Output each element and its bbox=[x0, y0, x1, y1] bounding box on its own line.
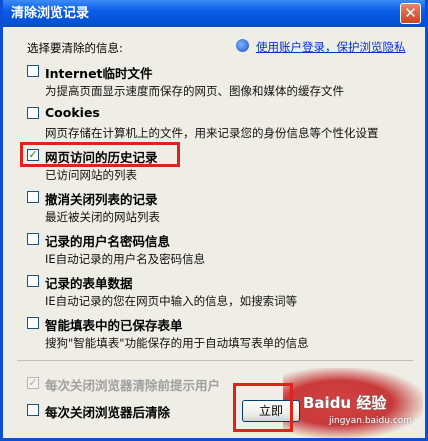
option-label: 每次关闭浏览器后清除 bbox=[45, 405, 171, 420]
checkbox[interactable] bbox=[27, 107, 39, 119]
option-label: Internet临时文件 bbox=[45, 66, 153, 81]
checkbox[interactable] bbox=[27, 233, 39, 245]
option-desc: 网页存储在计算机上的文件，用来记录您的身份信息等个性化设置 bbox=[45, 126, 379, 140]
window-title: 清除浏览记录 bbox=[11, 6, 90, 21]
highlight-box-button bbox=[233, 383, 293, 432]
option-desc: 为提高页面显示速度而保存的网页、图像和媒体的缓存文件 bbox=[45, 84, 344, 98]
option-label: 智能填表中的已保存表单 bbox=[45, 318, 183, 333]
option-desc: 搜狗"智能填表"功能保存的用于自动填写表单的信息 bbox=[45, 336, 309, 350]
option-label: 记录的用户名密码信息 bbox=[45, 234, 171, 249]
close-icon: ✕ bbox=[404, 4, 417, 22]
divider bbox=[17, 360, 413, 361]
checkbox[interactable] bbox=[27, 317, 39, 329]
option-label: Cookies bbox=[45, 105, 100, 120]
option-desc: IE自动记录的您在网页中输入的信息，如搜索词等 bbox=[45, 294, 298, 308]
close-button[interactable]: ✕ bbox=[400, 3, 421, 24]
option-label: 撤消关闭列表的记录 bbox=[45, 192, 158, 207]
highlight-box-history bbox=[20, 142, 180, 167]
title-bar: 清除浏览记录 bbox=[3, 0, 425, 27]
help-globe-icon bbox=[236, 39, 249, 52]
checkbox[interactable] bbox=[27, 275, 39, 287]
option-label: 每次关闭浏览器清除前提示用户 bbox=[45, 378, 221, 393]
checkbox[interactable] bbox=[27, 404, 39, 416]
checkbox[interactable] bbox=[27, 65, 39, 77]
watermark-url: jingyan.baidu.com bbox=[329, 416, 413, 426]
option-desc: 已访问网站的列表 bbox=[45, 168, 137, 182]
option-desc: IE自动记录的用户名及密码信息 bbox=[45, 252, 206, 266]
login-protect-link[interactable]: 使用账户登录，保护浏览隐私 bbox=[256, 39, 406, 55]
clear-history-dialog: 清除浏览记录 ✕ 选择要清除的信息: 使用账户登录，保护浏览隐私 Interne… bbox=[0, 0, 428, 441]
checkbox[interactable] bbox=[27, 191, 39, 203]
option-desc: 最近被关闭的网站列表 bbox=[45, 210, 160, 224]
watermark-logo: Baidu 经验 bbox=[303, 394, 387, 412]
select-hint: 选择要清除的信息: bbox=[27, 41, 123, 55]
checkbox-disabled: ✓ bbox=[27, 376, 39, 389]
option-label: 记录的表单数据 bbox=[45, 276, 133, 291]
